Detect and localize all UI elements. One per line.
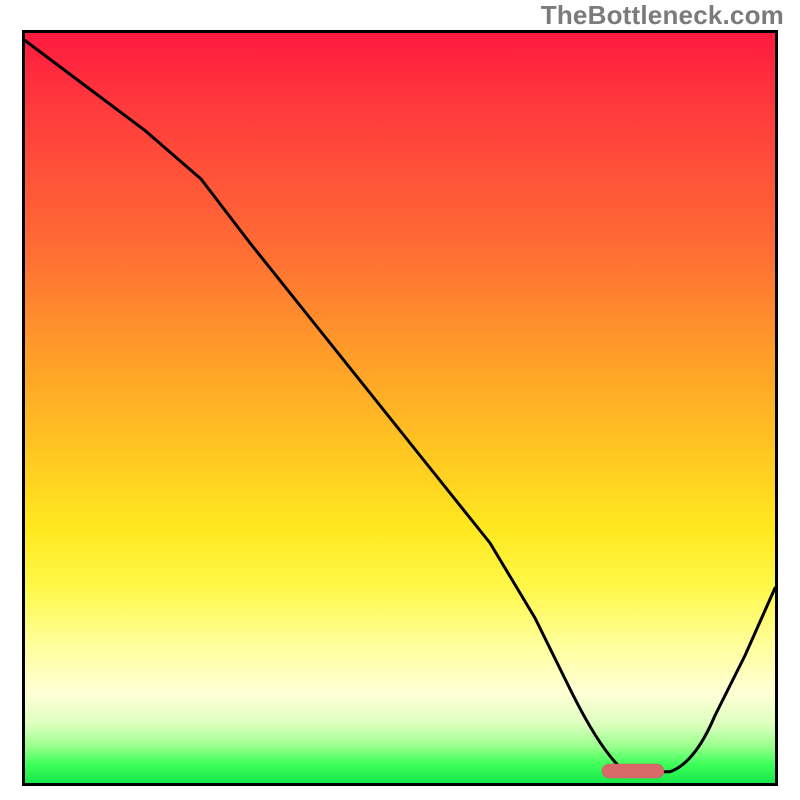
plot-area (22, 30, 778, 786)
optimal-marker (602, 764, 664, 778)
bottleneck-curve (25, 41, 775, 772)
curve-overlay (25, 33, 775, 783)
watermark-text: TheBottleneck.com (541, 0, 784, 31)
chart-frame: TheBottleneck.com (0, 0, 800, 800)
